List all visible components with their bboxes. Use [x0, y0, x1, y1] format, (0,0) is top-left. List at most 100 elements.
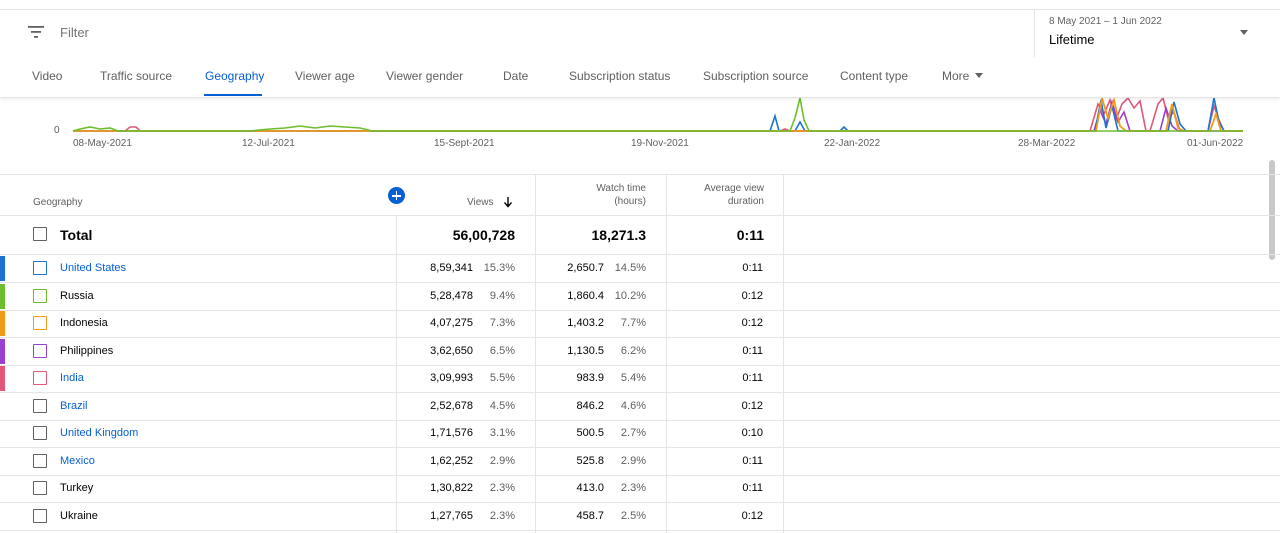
avg-duration-value: 0:12 [741, 400, 763, 412]
country-name: Turkey [60, 482, 94, 494]
x-tick-3: 15-Sept-2021 [434, 138, 495, 149]
table-row[interactable]: Indonesia 4,07,275 7.3% 1,403.2 7.7% 0:12 [0, 310, 1280, 338]
table-row[interactable]: India 3,09,993 5.5% 983.9 5.4% 0:11 [0, 365, 1280, 393]
row-checkbox[interactable] [33, 481, 47, 495]
country-name[interactable]: India [60, 372, 84, 384]
table-row[interactable]: Russia 5,28,478 9.4% 1,860.4 10.2% 0:12 [0, 283, 1280, 311]
table-row-total: Total 56,00,728 18,271.3 0:11 [0, 215, 1280, 255]
series-color-bar [0, 256, 5, 281]
views-value: 3,62,650 [430, 345, 473, 357]
row-checkbox[interactable] [33, 316, 47, 330]
tab-video[interactable]: Video [32, 69, 62, 83]
total-label: Total [60, 227, 93, 243]
row-checkbox[interactable] [33, 509, 47, 523]
x-tick-5: 22-Jan-2022 [824, 138, 881, 149]
views-value: 4,07,275 [430, 317, 473, 329]
header-watch-time[interactable]: Watch time (hours) [560, 182, 646, 208]
series-line-indonesia [73, 98, 1243, 132]
date-range-text: 8 May 2021 – 1 Jun 2022 [1049, 16, 1162, 27]
country-name: Philippines [60, 345, 114, 357]
table-row[interactable]: Ukraine 1,27,765 2.3% 458.7 2.5% 0:12 [0, 503, 1280, 531]
tab-viewer-age[interactable]: Viewer age [295, 69, 355, 83]
header-avg-line2: duration [727, 196, 764, 207]
watch-time-percent: 2.9% [620, 455, 646, 467]
row-checkbox[interactable] [33, 426, 47, 440]
geography-table: Geography Views Watch time (hours) Avera… [0, 174, 1280, 533]
total-avg-duration: 0:11 [736, 227, 764, 243]
views-percent: 2.3% [489, 482, 515, 494]
series-line-russia [72, 98, 1243, 132]
total-watch-time: 18,271.3 [591, 227, 647, 243]
table-row[interactable]: United States 8,59,341 15.3% 2,650.7 14.5% 0:… [0, 255, 1280, 283]
tab-viewer-gender[interactable]: Viewer gender [386, 69, 463, 83]
arrow-down-icon[interactable] [503, 196, 513, 208]
row-checkbox[interactable] [33, 289, 47, 303]
add-column-icon[interactable] [388, 187, 405, 204]
tab-date[interactable]: Date [503, 69, 528, 83]
views-percent: 2.3% [489, 510, 515, 522]
avg-duration-value: 0:11 [742, 482, 763, 494]
views-value: 1,27,765 [430, 510, 473, 522]
tab-subscription-source[interactable]: Subscription source [703, 69, 808, 83]
tab-geography[interactable]: Geography [205, 69, 264, 83]
table-row[interactable]: Philippines 3,62,650 6.5% 1,130.5 6.2% 0:11 [0, 338, 1280, 366]
total-views: 56,00,728 [452, 227, 515, 243]
views-percent: 7.3% [489, 317, 515, 329]
table-row[interactable]: Brazil 2,52,678 4.5% 846.2 4.6% 0:12 [0, 393, 1280, 421]
views-value: 1,71,576 [430, 427, 473, 439]
table-row[interactable]: Turkey 1,30,822 2.3% 413.0 2.3% 0:11 [0, 475, 1280, 503]
filter-input[interactable] [60, 25, 360, 40]
watch-time-value: 413.0 [576, 482, 604, 494]
checkbox-total[interactable] [33, 227, 47, 241]
watch-time-percent: 2.5% [620, 510, 646, 522]
row-checkbox[interactable] [33, 454, 47, 468]
tab-content-type[interactable]: Content type [840, 69, 908, 83]
row-checkbox[interactable] [33, 344, 47, 358]
header-average-view-duration[interactable]: Average view duration [684, 182, 764, 208]
views-value: 3,09,993 [430, 372, 473, 384]
watch-time-percent: 14.5% [614, 262, 646, 274]
table-row[interactable]: United Kingdom 1,71,576 3.1% 500.5 2.7% 0:10 [0, 420, 1280, 448]
row-checkbox[interactable] [33, 261, 47, 275]
watch-time-percent: 7.7% [620, 317, 646, 329]
tab-subscription-status[interactable]: Subscription status [569, 69, 670, 83]
country-name[interactable]: Brazil [60, 400, 88, 412]
views-percent: 2.9% [489, 455, 515, 467]
country-name: Indonesia [60, 317, 108, 329]
x-tick-1: 08-May-2021 [73, 138, 132, 149]
table-row[interactable]: Mexico 1,62,252 2.9% 525.8 2.9% 0:11 [0, 448, 1280, 476]
country-name[interactable]: United States [60, 262, 126, 274]
date-range-selector[interactable]: 8 May 2021 – 1 Jun 2022 Lifetime [1034, 10, 1280, 57]
views-value: 8,59,341 [430, 262, 473, 274]
avg-duration-value: 0:12 [741, 510, 763, 522]
avg-duration-value: 0:11 [742, 262, 763, 274]
series-color-bar [0, 284, 5, 309]
active-tab-indicator [204, 94, 262, 96]
row-checkbox[interactable] [33, 399, 47, 413]
header-watch-time-line1: Watch time [596, 183, 646, 194]
avg-duration-value: 0:10 [741, 427, 763, 439]
filter-list-icon[interactable] [28, 26, 44, 38]
views-value: 5,28,478 [430, 290, 473, 302]
chart-plot [72, 98, 1243, 132]
header-avg-line1: Average view [704, 183, 764, 194]
header-views[interactable]: Views [467, 196, 494, 209]
country-name[interactable]: United Kingdom [60, 427, 138, 439]
avg-duration-value: 0:12 [741, 317, 763, 329]
header-watch-time-line2: (hours) [614, 196, 646, 207]
views-percent: 4.5% [489, 400, 515, 412]
views-value: 1,30,822 [430, 482, 473, 494]
tab-more[interactable]: More [942, 69, 984, 83]
country-name[interactable]: Mexico [60, 455, 95, 467]
watch-time-value: 1,403.2 [567, 317, 604, 329]
watch-time-value: 458.7 [576, 510, 604, 522]
chevron-down-icon [975, 73, 984, 78]
filter-bar: 8 May 2021 – 1 Jun 2022 Lifetime [0, 10, 1280, 58]
dropdown-caret-icon [1240, 30, 1248, 35]
watch-time-percent: 5.4% [620, 372, 646, 384]
avg-duration-value: 0:11 [742, 372, 763, 384]
tab-traffic-source[interactable]: Traffic source [100, 69, 172, 83]
watch-time-percent: 4.6% [620, 400, 646, 412]
row-checkbox[interactable] [33, 371, 47, 385]
top-divider [0, 0, 1280, 10]
